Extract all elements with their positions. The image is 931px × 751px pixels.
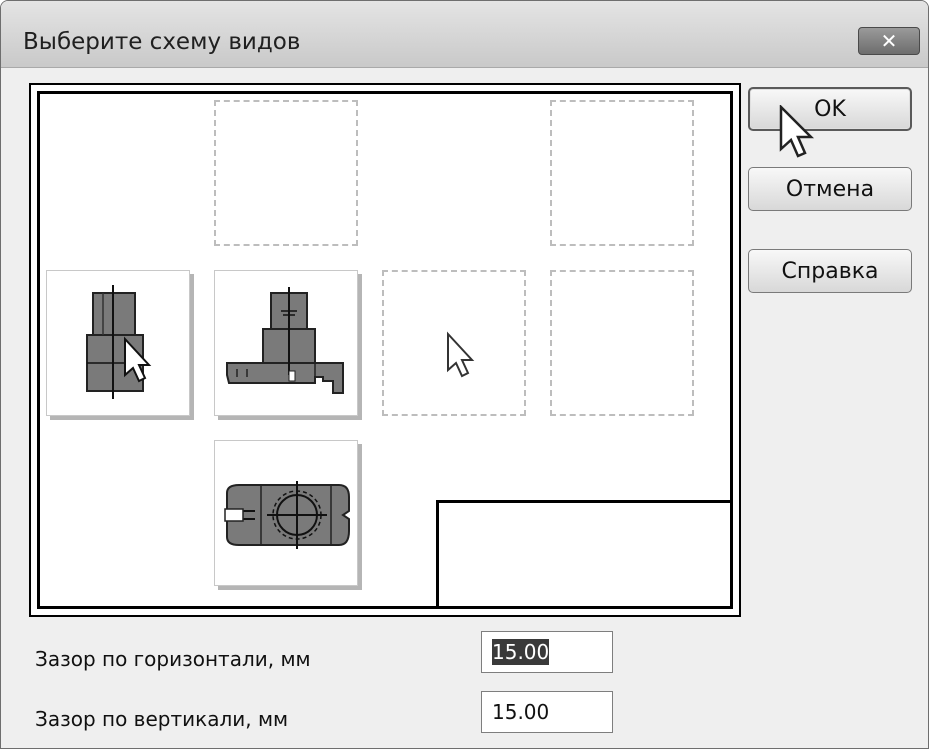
scheme-cell-r2-c4[interactable]: [550, 270, 694, 416]
title-bar[interactable]: Выберите схему видов ✕: [1, 1, 928, 68]
scheme-cell-r1-c2[interactable]: [214, 100, 358, 246]
top-view-icon: [224, 481, 350, 549]
gap-horizontal-input[interactable]: 15.00: [481, 631, 613, 673]
mouse-pointer-icon: [779, 105, 815, 158]
scheme-cell-front-view[interactable]: [214, 270, 358, 416]
scheme-cell-top-view[interactable]: [214, 440, 358, 586]
title-block-frame: [436, 500, 730, 606]
arrow-cursor-icon: [447, 331, 475, 378]
ok-button[interactable]: OK: [748, 87, 912, 131]
close-button[interactable]: ✕: [858, 27, 920, 55]
gap-horizontal-label: Зазор по горизонтали, мм: [35, 647, 311, 671]
scheme-cell-r2-c3[interactable]: [382, 270, 526, 416]
scheme-cell-left-view[interactable]: [46, 270, 190, 416]
front-view-icon: [226, 287, 344, 394]
select-view-scheme-dialog: Выберите схему видов ✕ OK Отмена Справка…: [0, 0, 929, 749]
close-icon: ✕: [880, 29, 898, 53]
left-view-icon: [86, 285, 152, 399]
gap-vertical-label: Зазор по вертикали, мм: [35, 707, 289, 731]
dialog-title: Выберите схему видов: [23, 29, 301, 55]
scheme-cell-r1-c4[interactable]: [550, 100, 694, 246]
help-button-label: Справка: [781, 258, 879, 284]
gap-vertical-value: 15.00: [492, 700, 550, 724]
view-scheme-preview: [29, 83, 741, 617]
dialog-body: OK Отмена Справка Зазор по горизонтали, …: [11, 75, 918, 738]
help-button[interactable]: Справка: [748, 249, 912, 293]
drawing-sheet-frame: [37, 91, 733, 609]
gap-vertical-input[interactable]: 15.00: [481, 691, 613, 733]
ok-button-label: OK: [814, 96, 846, 122]
gap-horizontal-value: 15.00: [492, 639, 550, 665]
cancel-button[interactable]: Отмена: [748, 167, 912, 211]
cancel-button-label: Отмена: [785, 176, 875, 202]
